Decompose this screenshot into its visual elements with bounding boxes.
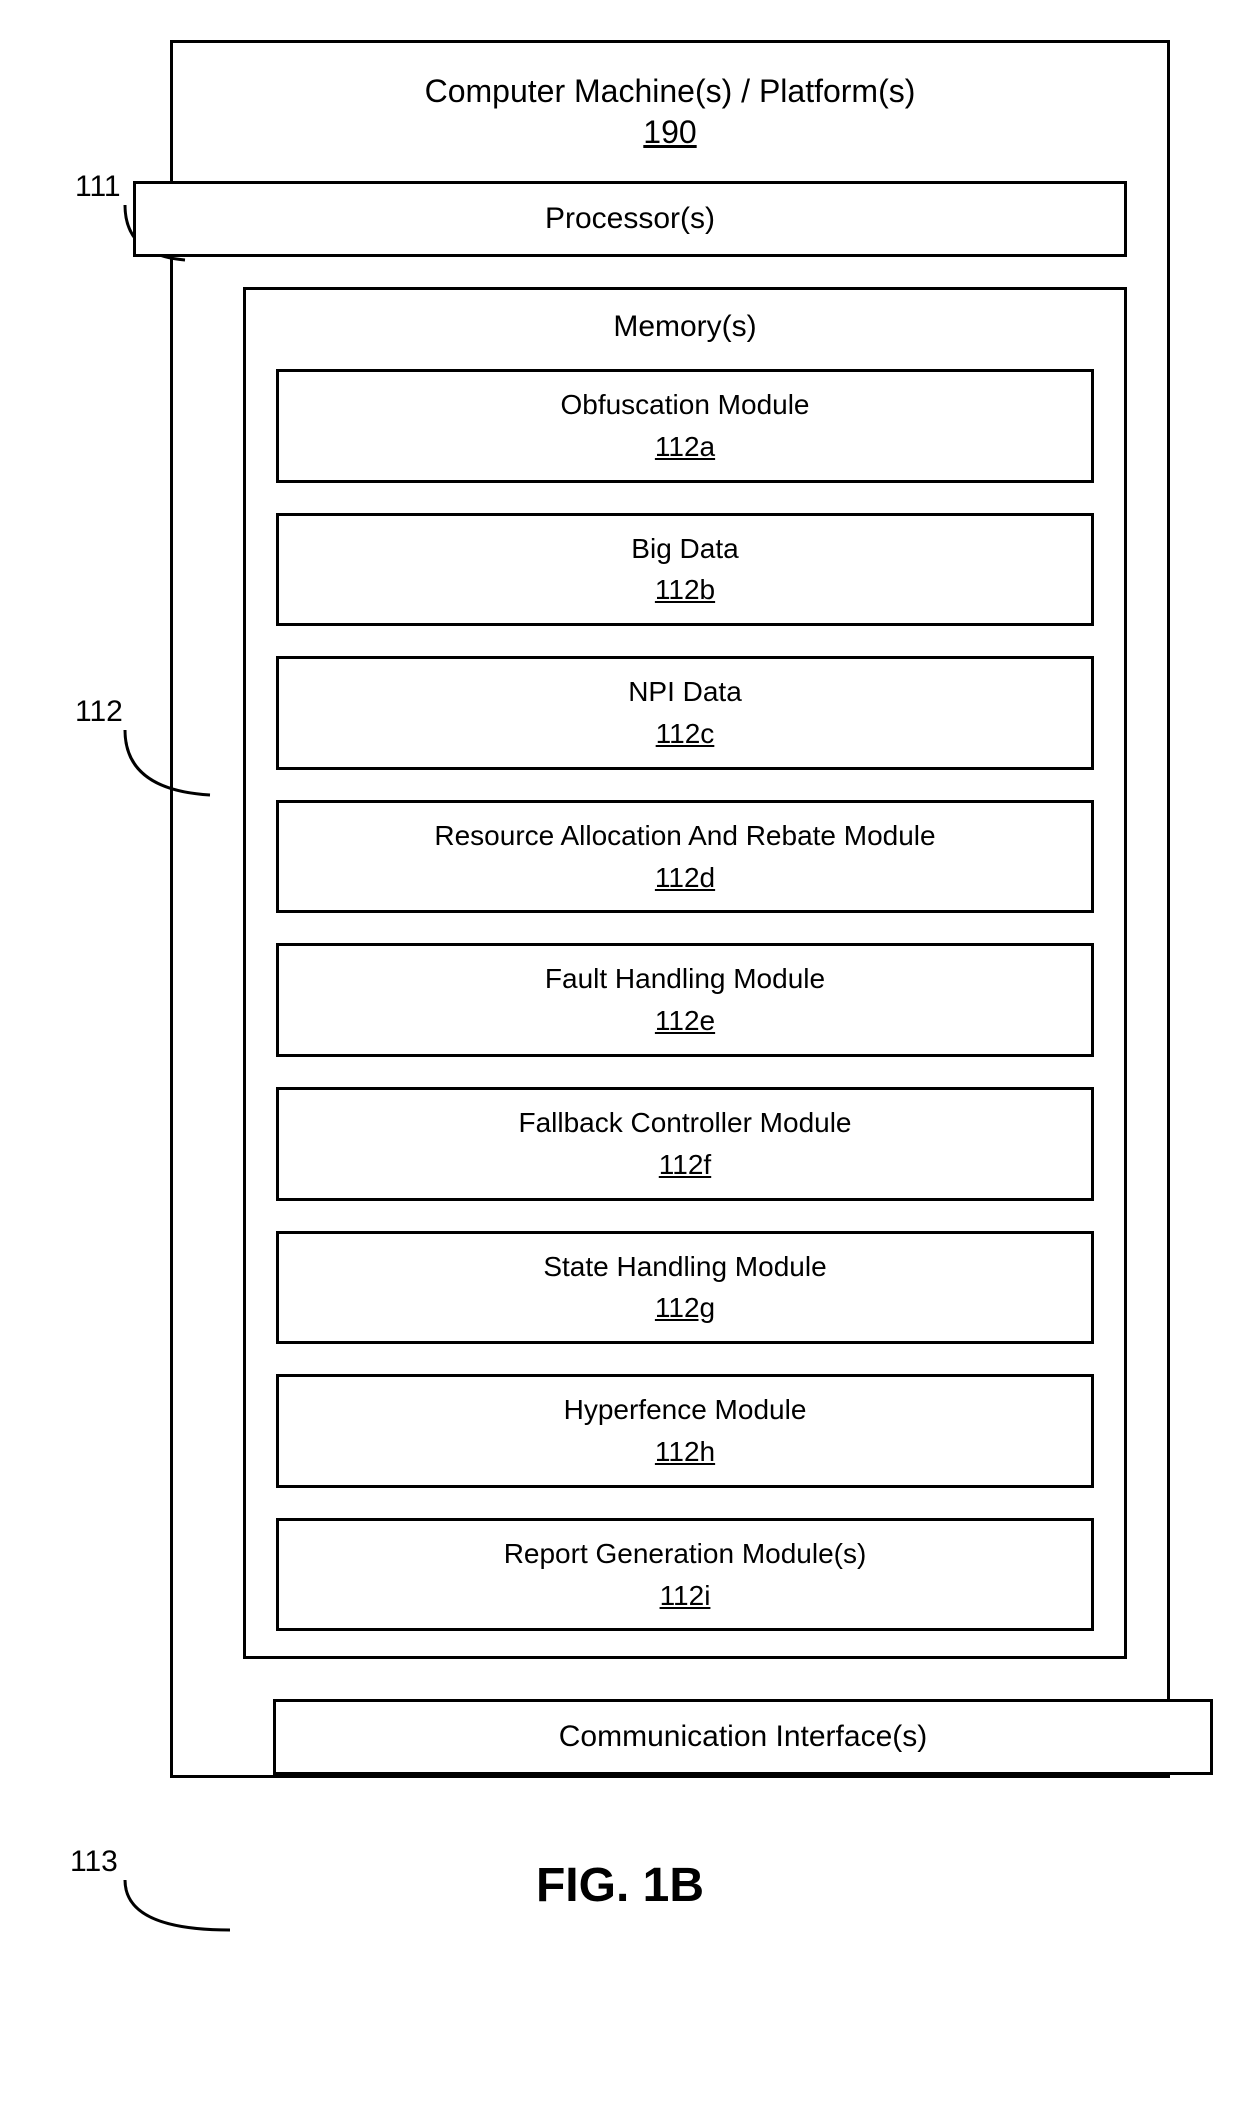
module-npi-data: NPI Data 112c <box>276 656 1094 770</box>
module-ref: 112d <box>655 859 715 897</box>
diagram-canvas: 111 112 113 Computer Machine(s) / Platfo… <box>20 40 1220 1913</box>
callout-112: 112 <box>75 695 123 729</box>
module-label: Fault Handling Module <box>545 963 825 994</box>
memory-label: Memory(s) <box>276 310 1094 344</box>
module-ref: 112f <box>659 1146 711 1184</box>
callout-111: 111 <box>75 170 121 204</box>
outer-ref: 190 <box>643 114 696 151</box>
processor-label: Processor(s) <box>545 202 715 235</box>
communication-interface-box: Communication Interface(s) <box>273 1699 1213 1775</box>
module-label: Obfuscation Module <box>560 389 809 420</box>
processor-box: Processor(s) <box>133 181 1127 257</box>
module-label: State Handling Module <box>543 1251 826 1282</box>
module-ref: 112c <box>656 715 715 753</box>
module-label: Fallback Controller Module <box>518 1107 851 1138</box>
module-ref: 112g <box>655 1289 715 1327</box>
module-ref: 112e <box>655 1002 715 1040</box>
module-report-generation: Report Generation Module(s) 112i <box>276 1518 1094 1632</box>
callout-113-lead <box>115 1875 235 1945</box>
module-ref: 112i <box>660 1577 711 1615</box>
module-ref: 112h <box>655 1433 715 1471</box>
module-label: Hyperfence Module <box>564 1394 807 1425</box>
module-state-handling: State Handling Module 112g <box>276 1231 1094 1345</box>
module-resource-allocation: Resource Allocation And Rebate Module 11… <box>276 800 1094 914</box>
module-fault-handling: Fault Handling Module 112e <box>276 943 1094 1057</box>
callout-113: 113 <box>70 1845 118 1879</box>
module-fallback-controller: Fallback Controller Module 112f <box>276 1087 1094 1201</box>
module-hyperfence: Hyperfence Module 112h <box>276 1374 1094 1488</box>
module-label: NPI Data <box>628 676 742 707</box>
module-label: Big Data <box>631 533 738 564</box>
module-label: Report Generation Module(s) <box>504 1538 867 1569</box>
module-label: Resource Allocation And Rebate Module <box>434 820 935 851</box>
outer-title-text: Computer Machine(s) / Platform(s) <box>425 73 916 109</box>
module-ref: 112b <box>655 571 715 609</box>
module-big-data: Big Data 112b <box>276 513 1094 627</box>
computer-machine-box: Computer Machine(s) / Platform(s) 190 Pr… <box>170 40 1170 1778</box>
comm-label: Communication Interface(s) <box>559 1720 927 1753</box>
memory-box: Memory(s) Obfuscation Module 112a Big Da… <box>243 287 1127 1659</box>
module-obfuscation: Obfuscation Module 112a <box>276 369 1094 483</box>
module-ref: 112a <box>655 428 715 466</box>
outer-title: Computer Machine(s) / Platform(s) 190 <box>213 73 1127 151</box>
